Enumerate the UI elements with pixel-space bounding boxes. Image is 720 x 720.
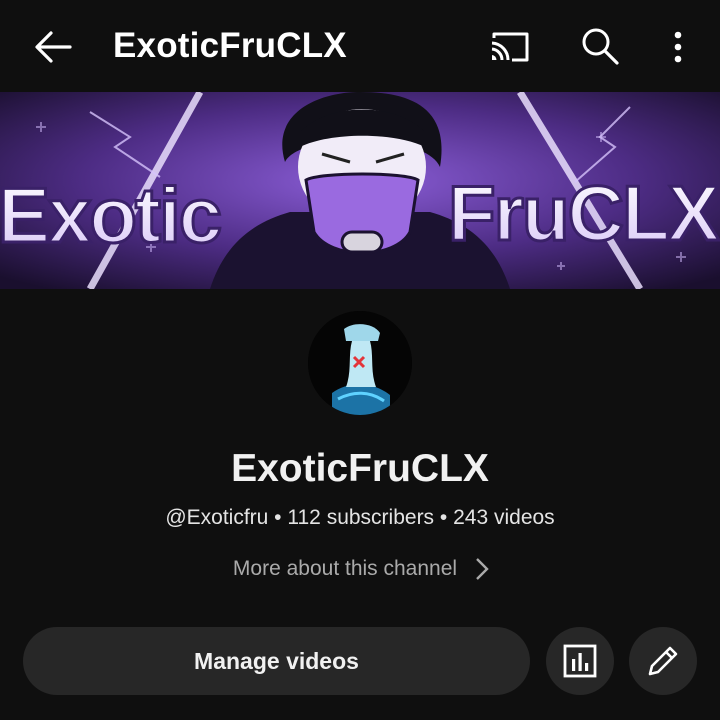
banner-text-left: Exotic — [0, 171, 221, 259]
channel-name: ExoticFruCLX — [231, 447, 489, 490]
back-arrow-icon — [35, 31, 72, 63]
more-vert-icon — [674, 31, 682, 63]
more-about-label: More about this channel — [232, 557, 458, 580]
chevron-right-icon — [476, 558, 489, 580]
back-button[interactable] — [30, 24, 76, 70]
avatar-image — [308, 311, 412, 415]
meta-separator: • — [439, 506, 448, 529]
channel-banner: Exotic FruCLX — [0, 92, 720, 289]
app-bar-title: ExoticFruCLX — [113, 26, 347, 65]
search-button[interactable] — [578, 24, 622, 68]
channel-handle: @Exoticfru — [165, 506, 269, 529]
edit-pencil-icon — [648, 646, 678, 676]
subscriber-count: 112 subscribers — [287, 506, 435, 529]
top-app-bar: ExoticFruCLX — [0, 0, 720, 92]
channel-meta: @Exoticfru • 112 subscribers • 243 video… — [0, 506, 720, 530]
banner-text-right: FruCLX — [448, 169, 720, 257]
edit-channel-button[interactable] — [629, 627, 697, 695]
more-options-button[interactable] — [660, 26, 696, 70]
more-about-channel-link[interactable]: More about this channel — [0, 557, 720, 589]
banner-artwork: Exotic FruCLX — [0, 92, 720, 289]
meta-separator: • — [274, 506, 282, 529]
manage-videos-button[interactable]: Manage videos — [23, 627, 530, 695]
search-icon — [582, 28, 619, 65]
cast-button[interactable] — [486, 26, 532, 68]
cast-icon — [491, 32, 529, 62]
video-count: 243 videos — [453, 506, 555, 529]
channel-avatar[interactable] — [308, 311, 412, 415]
analytics-icon — [563, 644, 597, 678]
analytics-button[interactable] — [546, 627, 614, 695]
